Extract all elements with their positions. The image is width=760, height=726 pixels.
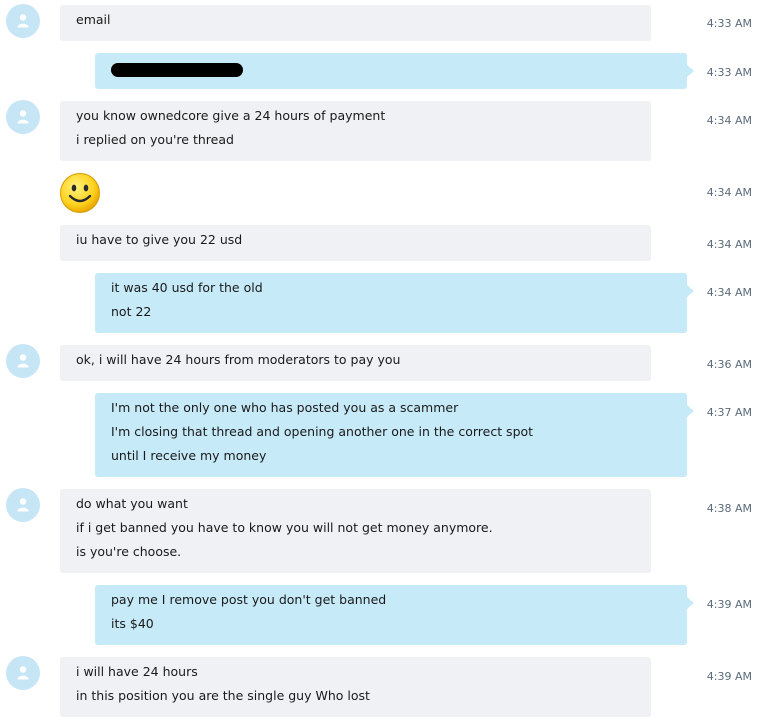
message-timestamp: 4:39 AM [706, 598, 752, 611]
message-timestamp: 4:34 AM [706, 238, 752, 251]
message-timestamp: 4:33 AM [706, 66, 752, 79]
user-icon [17, 14, 29, 28]
outgoing-message[interactable] [95, 53, 694, 89]
message-text: if i get banned you have to know you wil… [76, 520, 493, 535]
message-timestamp: 4:33 AM [706, 17, 752, 30]
message-timestamp: 4:38 AM [706, 502, 752, 515]
incoming-message[interactable]: ok, i will have 24 hours from moderators… [60, 345, 651, 381]
message-timestamp: 4:37 AM [706, 406, 752, 419]
incoming-message[interactable]: i will have 24 hours in this position yo… [60, 657, 651, 717]
message-text: not 22 [111, 304, 152, 319]
message-text: pay me I remove post you don't get banne… [111, 592, 387, 607]
user-icon [17, 354, 29, 368]
message-text: is you're choose. [76, 544, 182, 559]
message-text: email [76, 12, 111, 27]
contact-avatar[interactable] [6, 100, 40, 134]
contact-avatar[interactable] [6, 488, 40, 522]
message-text: iu have to give you 22 usd [76, 232, 243, 247]
incoming-message[interactable]: do what you want if i get banned you hav… [60, 489, 651, 573]
outgoing-message[interactable]: it was 40 usd for the old not 22 [95, 273, 694, 333]
incoming-message[interactable]: email [60, 5, 651, 41]
message-text: i replied on you're thread [76, 132, 234, 147]
user-icon [17, 498, 29, 512]
message-text: I'm not the only one who has posted you … [111, 400, 459, 415]
message-timestamp: 4:36 AM [706, 358, 752, 371]
incoming-message[interactable]: iu have to give you 22 usd [60, 225, 651, 261]
message-timestamp: 4:34 AM [706, 286, 752, 299]
incoming-message[interactable]: you know ownedcore give a 24 hours of pa… [60, 101, 651, 161]
message-text: in this position you are the single guy … [76, 688, 370, 703]
message-text: i will have 24 hours [76, 664, 198, 679]
message-text: ok, i will have 24 hours from moderators… [76, 352, 401, 367]
message-timestamp: 4:39 AM [706, 670, 752, 683]
redaction-bar [111, 63, 243, 77]
message-text: its $40 [111, 616, 154, 631]
message-text: do what you want [76, 496, 188, 511]
message-timestamp: 4:34 AM [706, 186, 752, 199]
outgoing-message[interactable]: pay me I remove post you don't get banne… [95, 585, 694, 645]
contact-avatar[interactable] [6, 4, 40, 38]
message-timestamp: 4:34 AM [706, 114, 752, 127]
outgoing-message[interactable]: I'm not the only one who has posted you … [95, 393, 694, 477]
user-icon [17, 666, 29, 680]
smile-emoji-icon [60, 173, 100, 213]
contact-avatar[interactable] [6, 344, 40, 378]
contact-avatar[interactable] [6, 656, 40, 690]
message-text: until I receive my money [111, 448, 267, 463]
message-text: I'm closing that thread and opening anot… [111, 424, 534, 439]
message-text: you know ownedcore give a 24 hours of pa… [76, 108, 386, 123]
message-text: it was 40 usd for the old [111, 280, 263, 295]
user-icon [17, 110, 29, 124]
